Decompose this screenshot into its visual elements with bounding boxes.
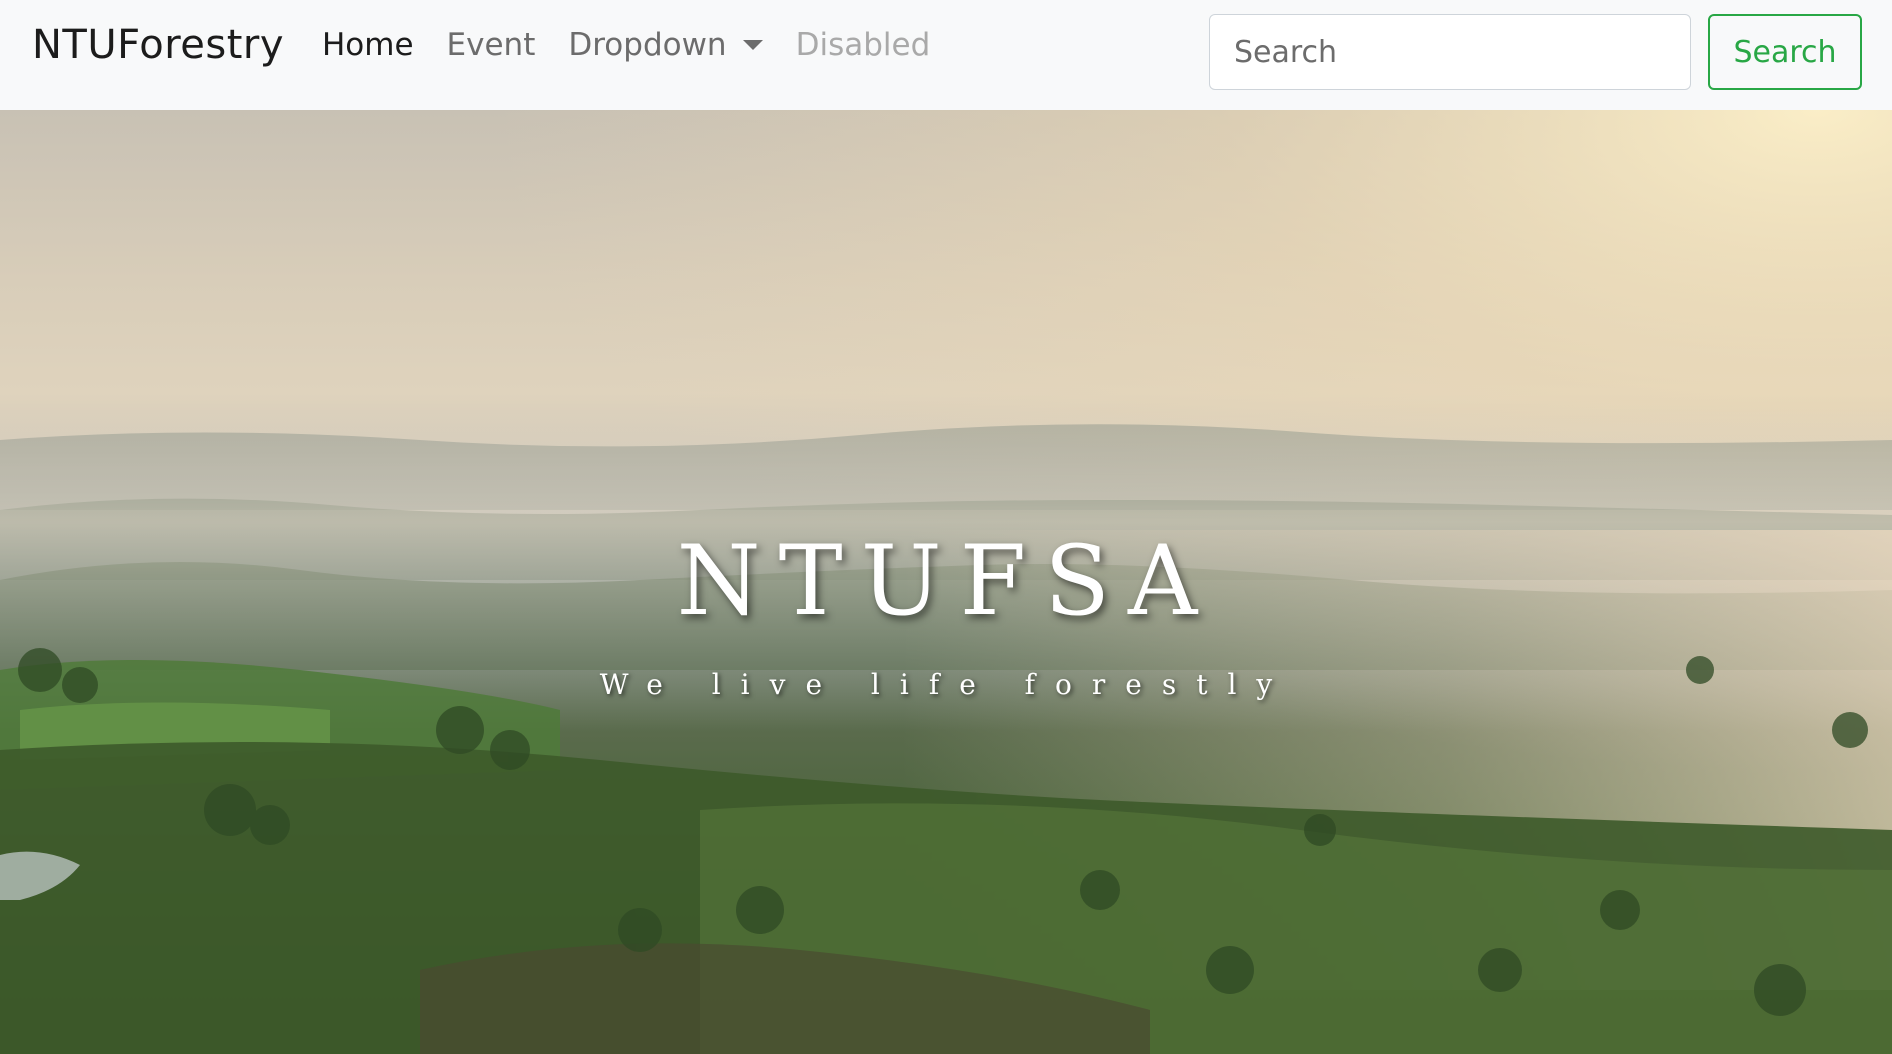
nav-link-disabled: Disabled [795,27,931,63]
nav-dropdown-label: Dropdown [568,27,727,63]
search-button[interactable]: Search [1708,14,1862,90]
hero-banner: NTUFSA We live life forestly [0,110,1892,1054]
hero-subtitle: We live life forestly [599,668,1293,701]
nav-link-event[interactable]: Event [447,27,536,63]
hero-title: NTUFSA [676,525,1216,637]
nav-link-home[interactable]: Home [322,27,414,63]
navbar: NTUForestry Home Event Dropdown Disabled… [0,0,1892,110]
brand-logo[interactable]: NTUForestry [32,22,284,68]
nav-dropdown-toggle[interactable]: Dropdown [568,27,763,63]
nav-links: Home Event Dropdown Disabled [322,27,963,63]
search-input[interactable] [1209,14,1691,90]
caret-down-icon [742,40,763,50]
